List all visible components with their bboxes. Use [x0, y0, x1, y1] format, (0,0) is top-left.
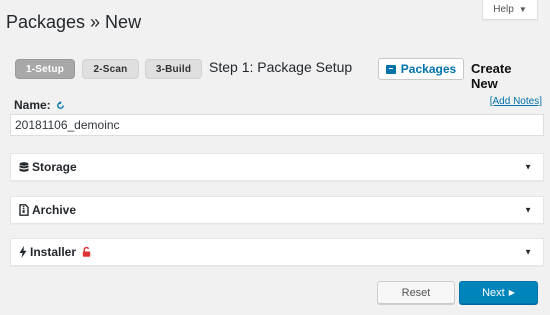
reset-button[interactable]: Reset — [377, 281, 455, 304]
step-title: Step 1: Package Setup — [209, 59, 353, 75]
create-new-link[interactable]: Create New — [471, 61, 540, 91]
bolt-icon — [19, 246, 27, 258]
archive-box-icon — [385, 64, 396, 74]
archive-panel-header[interactable]: Archive ▼ — [10, 196, 544, 224]
refresh-icon[interactable] — [56, 100, 65, 110]
help-label: Help — [493, 4, 514, 15]
play-arrow-icon: ▶ — [508, 288, 515, 297]
package-name-input[interactable] — [10, 114, 544, 136]
next-button[interactable]: Next ▶ — [459, 281, 538, 304]
storage-label: Storage — [32, 160, 77, 174]
unlocked-lock-icon — [82, 247, 91, 257]
chevron-down-icon[interactable]: ▼ — [524, 248, 532, 257]
chevron-down-icon[interactable]: ▼ — [524, 206, 532, 215]
caret-down-icon: ▼ — [518, 5, 527, 14]
step-scan-button[interactable]: 2-Scan — [82, 59, 139, 79]
file-archive-icon — [19, 204, 29, 216]
name-field-label: Name: — [14, 98, 65, 112]
next-button-label: Next — [482, 286, 505, 299]
name-label-text: Name: — [14, 98, 51, 112]
installer-panel-header[interactable]: Installer ▼ — [10, 238, 544, 266]
archive-label: Archive — [32, 203, 77, 217]
step-setup-button[interactable]: 1-Setup — [15, 59, 75, 79]
packages-button[interactable]: Packages — [378, 58, 464, 80]
add-notes-link[interactable]: [Add Notes] — [490, 96, 542, 107]
packages-button-label: Packages — [400, 62, 457, 76]
chevron-down-icon[interactable]: ▼ — [524, 163, 532, 172]
installer-label: Installer — [30, 245, 77, 259]
page-title: Packages » New — [6, 12, 142, 32]
help-tab-button[interactable]: Help ▼ — [482, 0, 538, 20]
step-build-button[interactable]: 3-Build — [145, 59, 202, 79]
wizard-steps-bar: 1-Setup 2-Scan 3-Build Step 1: Package S… — [15, 58, 540, 91]
storage-panel-header[interactable]: Storage ▼ — [10, 153, 544, 181]
database-icon — [19, 161, 29, 173]
